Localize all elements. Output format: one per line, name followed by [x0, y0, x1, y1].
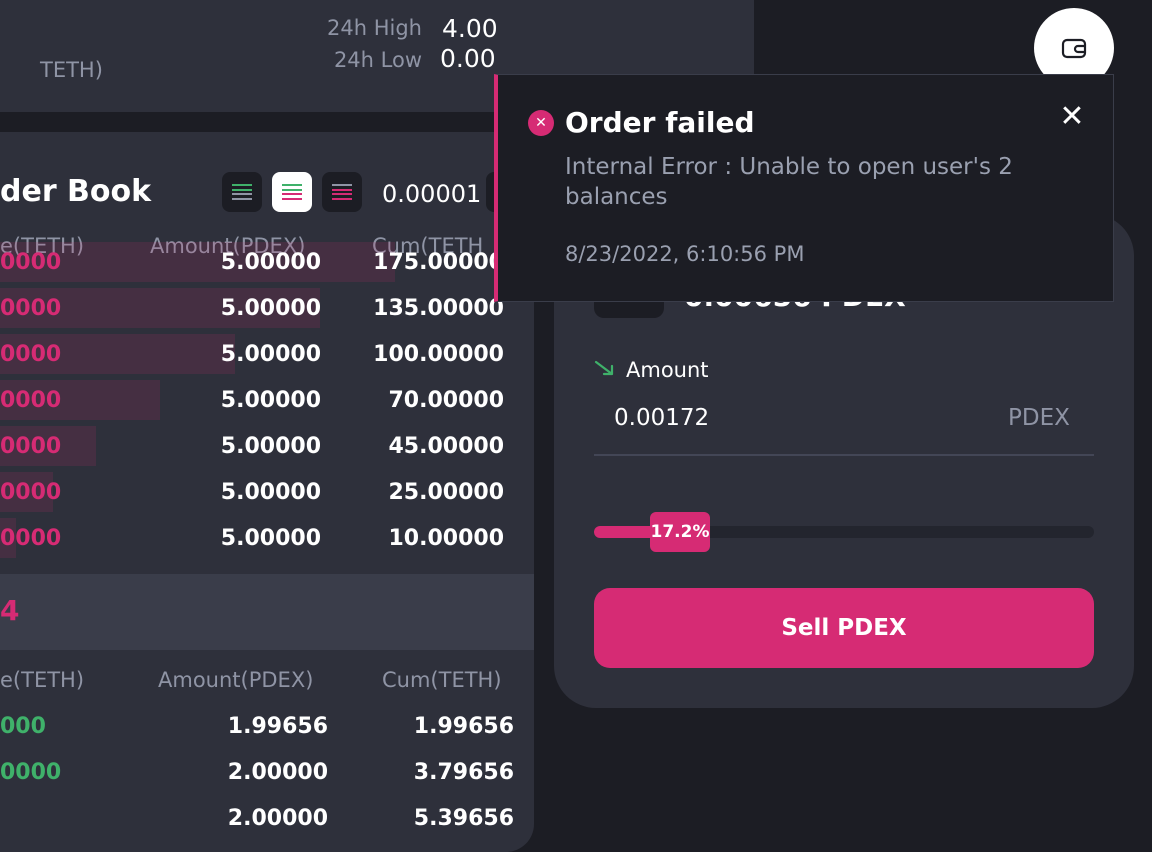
- ask-cum: 175.00000: [373, 250, 504, 275]
- high-label: 24h High: [327, 16, 422, 40]
- show-both-button[interactable]: [222, 172, 262, 212]
- last-price-band: [0, 574, 534, 650]
- bid-price[interactable]: 000: [0, 714, 46, 739]
- amount-input[interactable]: 0.00172: [614, 405, 709, 431]
- ask-amount: 5.00000: [220, 480, 321, 505]
- ask-amount: 5.00000: [220, 526, 321, 551]
- amount-label: Amount: [626, 358, 709, 382]
- ask-price[interactable]: 0000: [0, 388, 61, 413]
- toast-title: Order failed: [565, 106, 755, 139]
- ask-cum: 70.00000: [388, 388, 504, 413]
- low-label: 24h Low: [333, 48, 422, 72]
- bid-amount: 2.00000: [227, 760, 328, 785]
- ticker-pair: TETH): [40, 58, 103, 82]
- order-book-title: der Book: [0, 174, 152, 209]
- tick-size-select[interactable]: 0.00001: [382, 180, 481, 208]
- amount-slider-handle[interactable]: 17.2%: [650, 512, 710, 552]
- ask-price[interactable]: 0000: [0, 250, 61, 275]
- show-asks-bids-button[interactable]: [272, 172, 312, 212]
- bid-amount: 2.00000: [227, 806, 328, 831]
- ask-price[interactable]: 0000: [0, 434, 61, 459]
- ask-amount: 5.00000: [220, 250, 321, 275]
- show-asks-button[interactable]: [322, 172, 362, 212]
- close-icon[interactable]: ✕: [1056, 99, 1088, 134]
- ask-price[interactable]: 0000: [0, 480, 61, 505]
- sell-button[interactable]: Sell PDEX: [594, 588, 1094, 668]
- bid-amount: 1.99656: [227, 714, 328, 739]
- wallet-icon: [1061, 38, 1087, 59]
- book-asks-icon: [332, 184, 352, 200]
- ask-cum: 25.00000: [388, 480, 504, 505]
- sell-arrow-icon: [594, 360, 614, 376]
- bid-cum-header: Cum(TETH): [382, 668, 502, 692]
- error-icon: ✕: [528, 110, 554, 136]
- bid-price-header: e(TETH): [0, 668, 85, 692]
- ask-price[interactable]: 0000: [0, 342, 61, 367]
- ask-cum: 10.00000: [388, 526, 504, 551]
- amount-unit: PDEX: [1008, 405, 1070, 431]
- toast-timestamp: 8/23/2022, 6:10:56 PM: [565, 242, 805, 266]
- ask-cum: 135.00000: [373, 296, 504, 321]
- bid-cum: 1.99656: [413, 714, 514, 739]
- ask-price[interactable]: 0000: [0, 296, 61, 321]
- bid-cum: 5.39656: [413, 806, 514, 831]
- ask-price[interactable]: 0000: [0, 526, 61, 551]
- ask-amount: 5.00000: [220, 388, 321, 413]
- bid-price[interactable]: 0000: [0, 760, 61, 785]
- book-both-icon: [232, 184, 252, 200]
- ask-cum: 100.00000: [373, 342, 504, 367]
- high-value: 4.00: [442, 14, 498, 43]
- bid-cum: 3.79656: [413, 760, 514, 785]
- bid-amount-header: Amount(PDEX): [158, 668, 314, 692]
- book-split-icon: [282, 184, 302, 200]
- ask-amount: 5.00000: [220, 434, 321, 459]
- amount-underline: [594, 454, 1094, 456]
- low-value: 0.00: [440, 44, 496, 73]
- ask-amount: 5.00000: [220, 296, 321, 321]
- last-price: 4: [0, 594, 20, 627]
- ask-cum: 45.00000: [388, 434, 504, 459]
- ask-amount: 5.00000: [220, 342, 321, 367]
- toast-message: Internal Error : Unable to open user's 2…: [565, 154, 1013, 210]
